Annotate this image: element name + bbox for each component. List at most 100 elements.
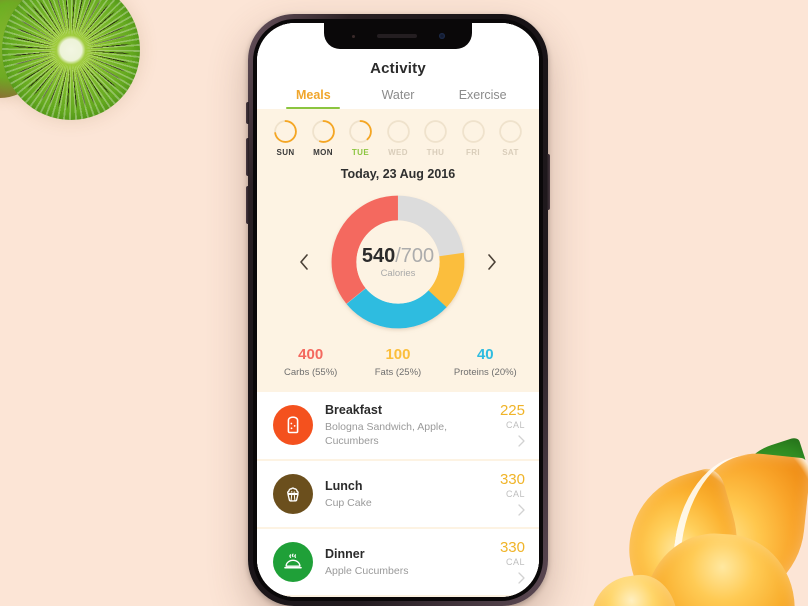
week-day-selector: SUN MON TUE WED THU FRI SAT — [257, 109, 539, 163]
cupcake-icon — [273, 474, 313, 515]
next-day-button[interactable] — [483, 248, 501, 276]
page-title: Activity — [370, 60, 426, 77]
calories-consumed: 540 — [361, 244, 396, 267]
day-thu[interactable]: THU — [423, 119, 448, 157]
meal-breakfast-description: Bologna Sandwich, Apple, Cucumbers — [325, 421, 448, 448]
kiwi-seeds — [2, 0, 140, 120]
day-mon-label: MON — [313, 148, 333, 157]
speaker-grille-icon — [376, 34, 417, 38]
front-camera-icon — [438, 33, 445, 39]
macro-fats-value: 100 — [385, 346, 411, 363]
cupcake-glyph — [287, 487, 299, 503]
macro-summary: 400 Carbs (55%) 100 Fats (25%) 40 Protei… — [257, 335, 539, 392]
day-progress-ring-icon — [274, 120, 297, 143]
macro-proteins-value: 40 — [476, 346, 494, 363]
day-sun-label: SUN — [276, 148, 295, 157]
calorie-donut-chart: 540/700 Calories — [325, 189, 471, 335]
chevron-right-icon[interactable] — [518, 504, 525, 517]
meal-dinner-name: Dinner — [325, 546, 365, 561]
calories-goal: 700 — [400, 244, 435, 267]
hot-dish-glyph — [284, 553, 302, 569]
day-sat-label: SAT — [502, 148, 519, 157]
day-progress-ring-icon — [424, 120, 447, 143]
orange-slices-decoration — [585, 436, 808, 606]
day-tue-label: TUE — [351, 148, 370, 157]
chevron-right-icon[interactable] — [518, 435, 525, 448]
meal-dinner-description: Apple Cucumbers — [325, 565, 409, 578]
meal-lunch-calories-unit: CAL — [505, 489, 525, 500]
donut-center-label: 540/700 Calories — [325, 189, 471, 335]
bread-slice-glyph — [287, 416, 299, 434]
tab-meals-label: Meals — [295, 88, 331, 102]
phone-notch — [324, 23, 472, 49]
kiwi-slice-decoration — [2, 0, 140, 120]
meal-row-breakfast[interactable]: Breakfast Bologna Sandwich, Apple, Cucum… — [257, 391, 539, 460]
macro-fats-label: Fats (25%) — [374, 366, 422, 378]
tab-exercise-label: Exercise — [458, 88, 507, 102]
background-scene: Activity Meals Water Exercise SUN MON TU… — [0, 0, 808, 606]
meal-breakfast-calories-unit: CAL — [505, 420, 525, 431]
summary-section: SUN MON TUE WED THU FRI SAT Today, 23 Au… — [257, 109, 539, 392]
tab-exercise[interactable]: Exercise — [440, 81, 525, 109]
meal-dinner-text: Dinner Apple Cucumbers — [325, 547, 473, 579]
power-button[interactable] — [547, 154, 550, 210]
day-progress-ring-icon — [461, 120, 485, 143]
day-wed[interactable]: WED — [386, 119, 411, 157]
mute-switch-button[interactable] — [246, 102, 249, 124]
calories-value-row: 540/700 — [362, 246, 434, 266]
meal-breakfast-name: Breakfast — [325, 402, 382, 417]
meal-dinner-calories-group: 330 CAL — [485, 539, 525, 585]
macro-carbs: 400 Carbs (55%) — [267, 346, 354, 378]
calorie-chart-row: 540/700 Calories — [257, 189, 539, 335]
meal-row-dinner[interactable]: Dinner Apple Cucumbers 330 CAL — [257, 529, 539, 596]
macro-proteins: 40 Proteins (20%) — [442, 346, 529, 378]
volume-down-button[interactable] — [246, 186, 249, 224]
phone-bezel: Activity Meals Water Exercise SUN MON TU… — [253, 19, 543, 601]
tab-water-label: Water — [381, 88, 415, 102]
previous-day-button[interactable] — [295, 248, 313, 276]
meal-breakfast-calories: 225 — [499, 402, 525, 420]
macro-carbs-label: Carbs (55%) — [284, 366, 338, 378]
meal-breakfast-calories-group: 225 CAL — [485, 402, 525, 448]
day-progress-ring-icon — [349, 120, 372, 143]
macro-fats: 100 Fats (25%) — [354, 346, 441, 378]
tab-bar: Meals Water Exercise — [257, 81, 539, 109]
bread-slice-icon — [273, 405, 313, 446]
day-thu-label: THU — [426, 148, 445, 157]
meal-lunch-calories-group: 330 CAL — [485, 471, 525, 517]
volume-up-button[interactable] — [246, 138, 249, 176]
day-progress-ring-icon — [311, 120, 335, 143]
meal-list: Breakfast Bologna Sandwich, Apple, Cucum… — [257, 391, 539, 597]
tab-meals[interactable]: Meals — [271, 81, 356, 109]
day-progress-ring-icon — [499, 120, 522, 143]
phone-mockup: Activity Meals Water Exercise SUN MON TU… — [246, 14, 550, 606]
day-fri[interactable]: FRI — [461, 119, 486, 157]
meal-lunch-calories: 330 — [499, 471, 525, 489]
chevron-right-icon[interactable] — [518, 572, 525, 585]
day-progress-ring-icon — [386, 120, 410, 143]
meal-lunch-text: Lunch Cup Cake — [325, 479, 473, 511]
macro-proteins-label: Proteins (20%) — [453, 366, 517, 378]
meal-dinner-calories: 330 — [499, 539, 525, 557]
day-sun[interactable]: SUN — [273, 119, 298, 157]
tab-water[interactable]: Water — [356, 81, 441, 109]
hot-dish-icon — [273, 542, 313, 583]
meal-breakfast-text: Breakfast Bologna Sandwich, Apple, Cucum… — [325, 403, 473, 449]
day-sat[interactable]: SAT — [498, 119, 523, 157]
chevron-right-icon — [488, 254, 496, 270]
macro-carbs-value: 400 — [298, 346, 324, 363]
proximity-sensor-icon — [351, 34, 355, 38]
selected-date-label: Today, 23 Aug 2016 — [340, 167, 456, 181]
meal-lunch-name: Lunch — [325, 478, 363, 493]
day-wed-label: WED — [388, 148, 408, 157]
calories-unit-label: Calories — [380, 267, 416, 279]
day-tue[interactable]: TUE — [348, 119, 373, 157]
meal-lunch-description: Cup Cake — [325, 497, 372, 510]
day-fri-label: FRI — [465, 148, 481, 157]
phone-screen: Activity Meals Water Exercise SUN MON TU… — [257, 23, 539, 597]
day-mon[interactable]: MON — [311, 119, 336, 157]
meal-row-lunch[interactable]: Lunch Cup Cake 330 CAL — [257, 461, 539, 528]
chevron-left-icon — [300, 254, 308, 270]
activity-app: Activity Meals Water Exercise SUN MON TU… — [257, 23, 539, 597]
meal-dinner-calories-unit: CAL — [505, 557, 525, 568]
